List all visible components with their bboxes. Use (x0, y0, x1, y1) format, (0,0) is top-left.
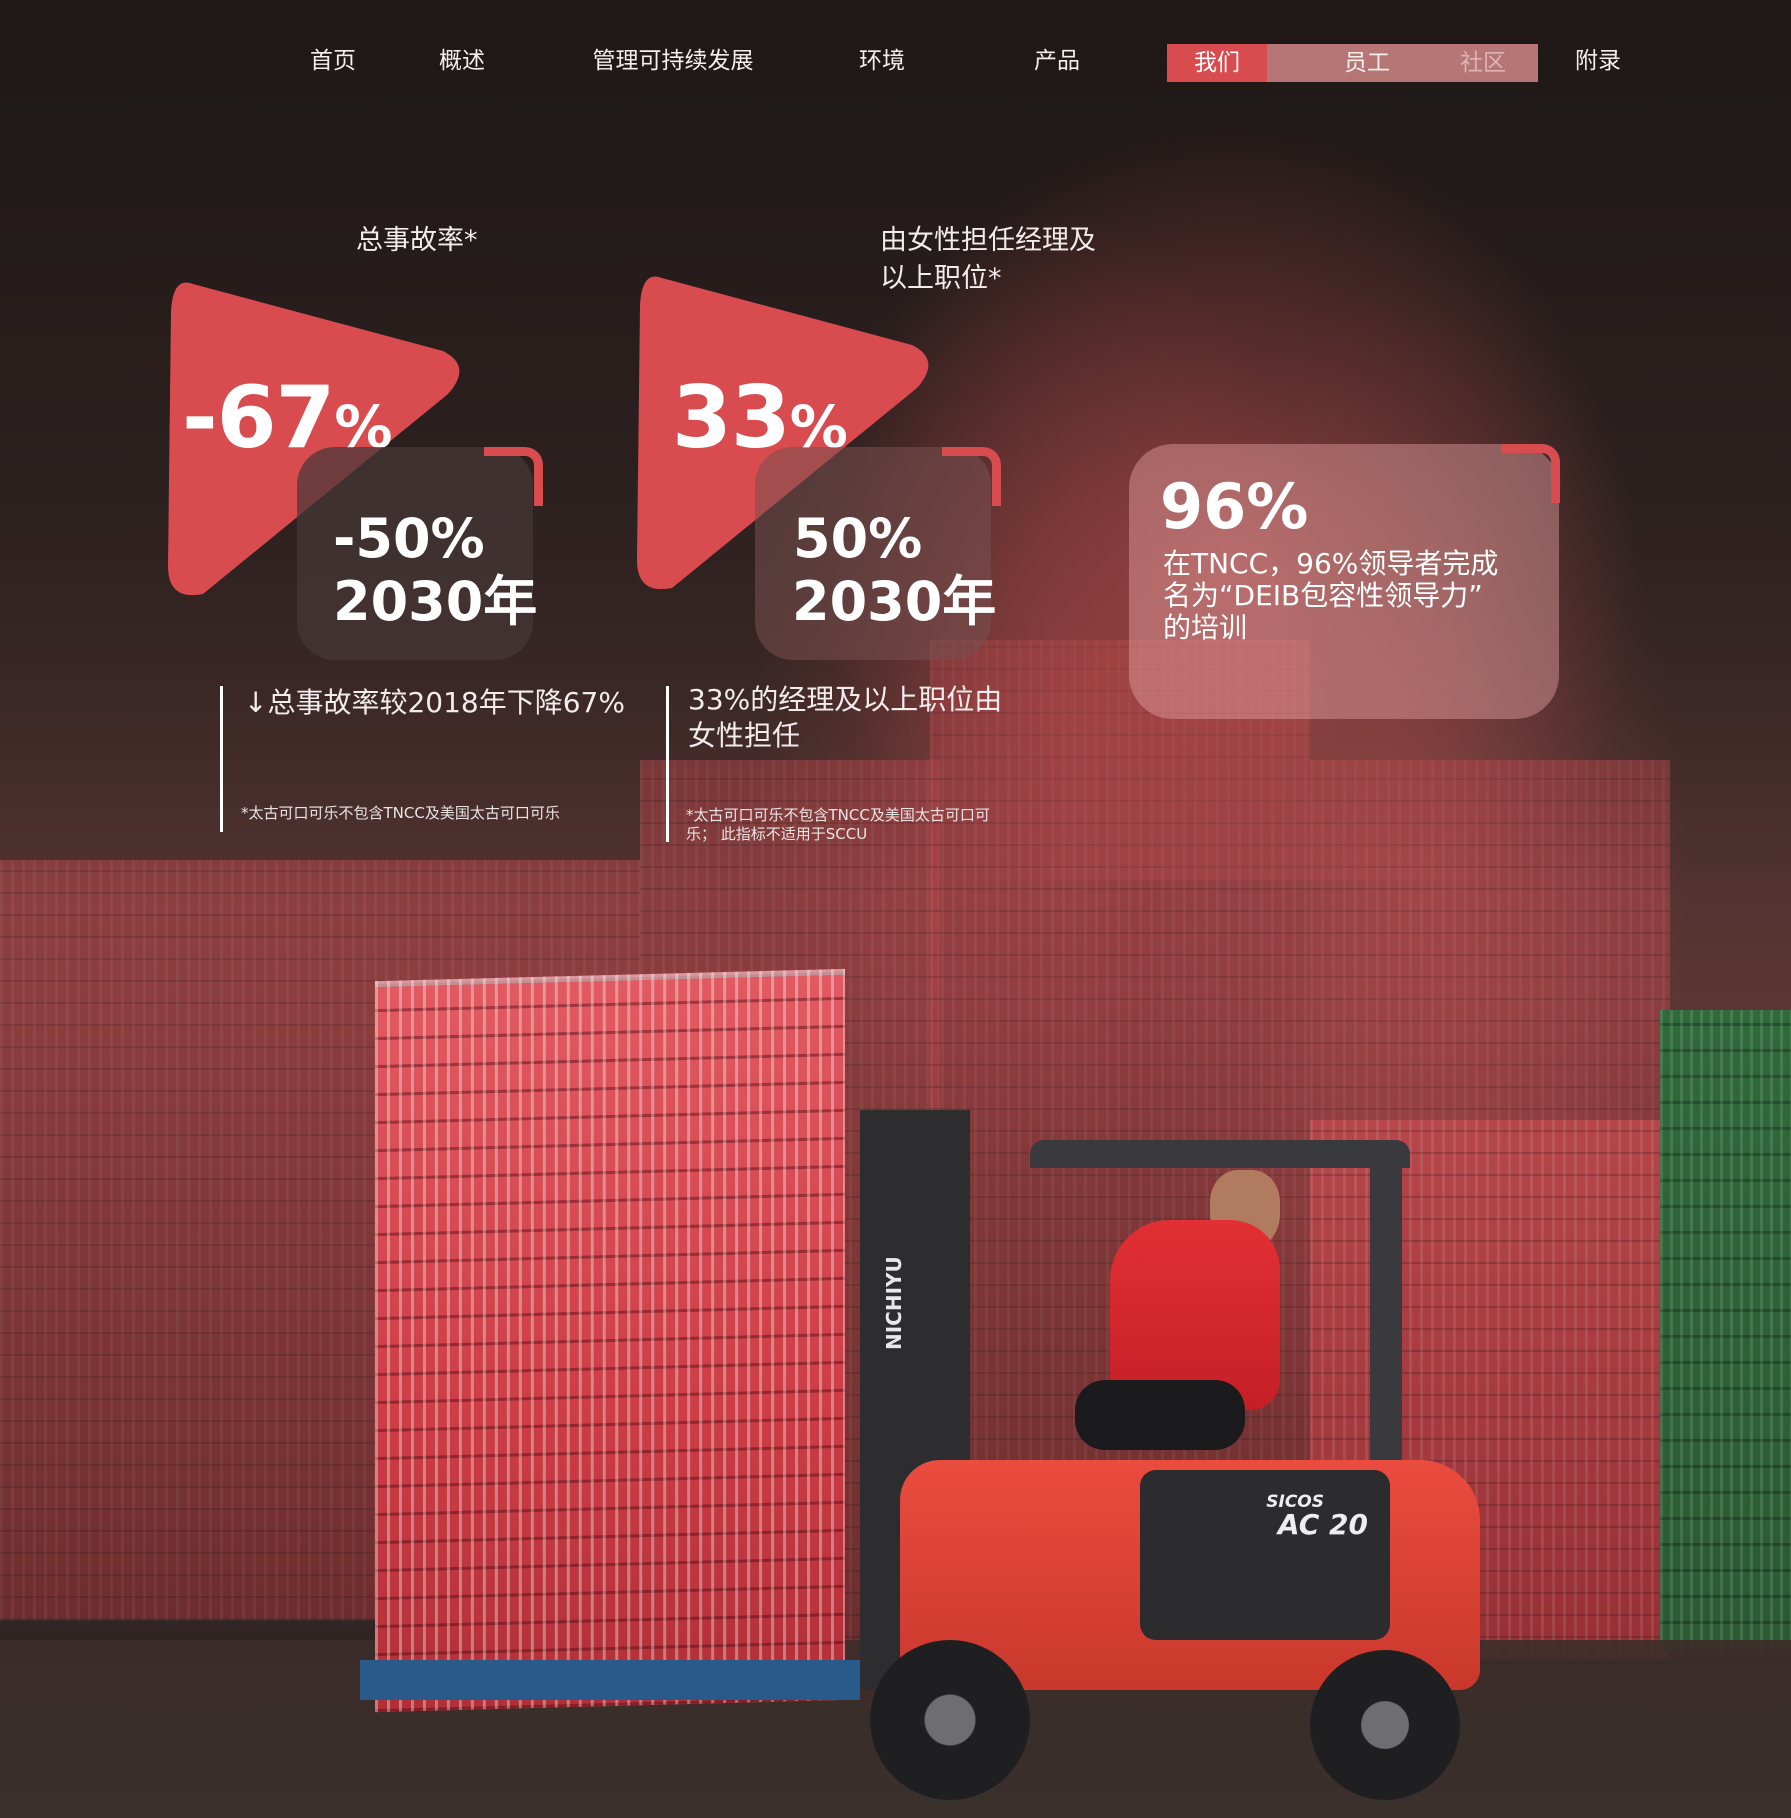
loaded-can-pallet (375, 968, 845, 1713)
training-card-accent (1501, 444, 1560, 503)
nav-home[interactable]: 首页 (293, 40, 373, 82)
forklift-panel: SICOS AC 20 (1140, 1470, 1390, 1640)
green-can-pallets (1660, 1010, 1791, 1650)
nav-employees[interactable]: 员工 (1327, 44, 1407, 82)
forklift-post (1370, 1150, 1402, 1490)
women-managers-desc-line1: 33%的经理及以上职位由 (688, 683, 1003, 716)
women-target-year: 2030年 (792, 570, 997, 633)
forklift-roof (1030, 1140, 1410, 1168)
women-divider (666, 686, 669, 842)
women-managers-footnote-line1: *太古可口可乐不包含TNCC及美国太古可口可 (686, 806, 990, 824)
nav-appendix[interactable]: 附录 (1558, 40, 1638, 82)
women-target-value: 50% (793, 507, 923, 570)
forklift-model-line2: AC 20 (1277, 1508, 1368, 1541)
women-managers-footnote: *太古可口可乐不包含TNCC及美国太古可口可 乐； 此指标不适用于SCCU (686, 806, 990, 844)
nav-community[interactable]: 社区 (1443, 44, 1523, 82)
nav-products[interactable]: 产品 (1017, 40, 1097, 82)
nav-us-active[interactable]: 我们 (1167, 44, 1267, 82)
nav-manage-sustainability[interactable]: 管理可持续发展 (573, 40, 773, 82)
accident-rate-number: -67 (182, 368, 335, 468)
training-desc-line1: 在TNCC，96%领导者完成 (1163, 547, 1499, 580)
training-desc-line2: 名为“DEIB包容性领导力” (1163, 579, 1483, 612)
accident-target-value: -50% (333, 507, 485, 570)
forklift-rear-wheel (1310, 1650, 1460, 1800)
accident-target-year: 2030年 (333, 570, 538, 633)
forklift-brand: NICHIYU (882, 1256, 906, 1350)
accident-rate-footnote: *太古可口可乐不包含TNCC及美国太古可口可乐 (241, 804, 560, 822)
women-target-accent (942, 447, 1001, 506)
blue-pallet (360, 1660, 860, 1700)
accident-rate-label: 总事故率* (356, 225, 478, 256)
driver-legs (1075, 1380, 1245, 1450)
accident-divider (220, 686, 223, 832)
women-managers-label-line1: 由女性担任经理及 (880, 225, 1096, 256)
accident-rate-description: ↓总事故率较2018年下降67% (244, 686, 625, 719)
nav-environment[interactable]: 环境 (842, 40, 922, 82)
women-managers-footnote-line2: 乐； 此指标不适用于SCCU (686, 825, 868, 843)
training-description: 在TNCC，96%领导者完成 名为“DEIB包容性领导力” 的培训 (1163, 548, 1543, 644)
women-managers-desc-line2: 女性担任 (688, 719, 801, 752)
forklift-front-wheel (870, 1640, 1030, 1800)
accident-target-accent (484, 447, 543, 506)
training-desc-line3: 的培训 (1163, 611, 1248, 644)
nav-overview[interactable]: 概述 (422, 40, 502, 82)
top-nav: 首页 概述 管理可持续发展 环境 产品 我们 员工 社区 附录 (0, 40, 1791, 82)
women-managers-description: 33%的经理及以上职位由 女性担任 (688, 682, 1002, 754)
training-value: 96% (1160, 470, 1309, 543)
